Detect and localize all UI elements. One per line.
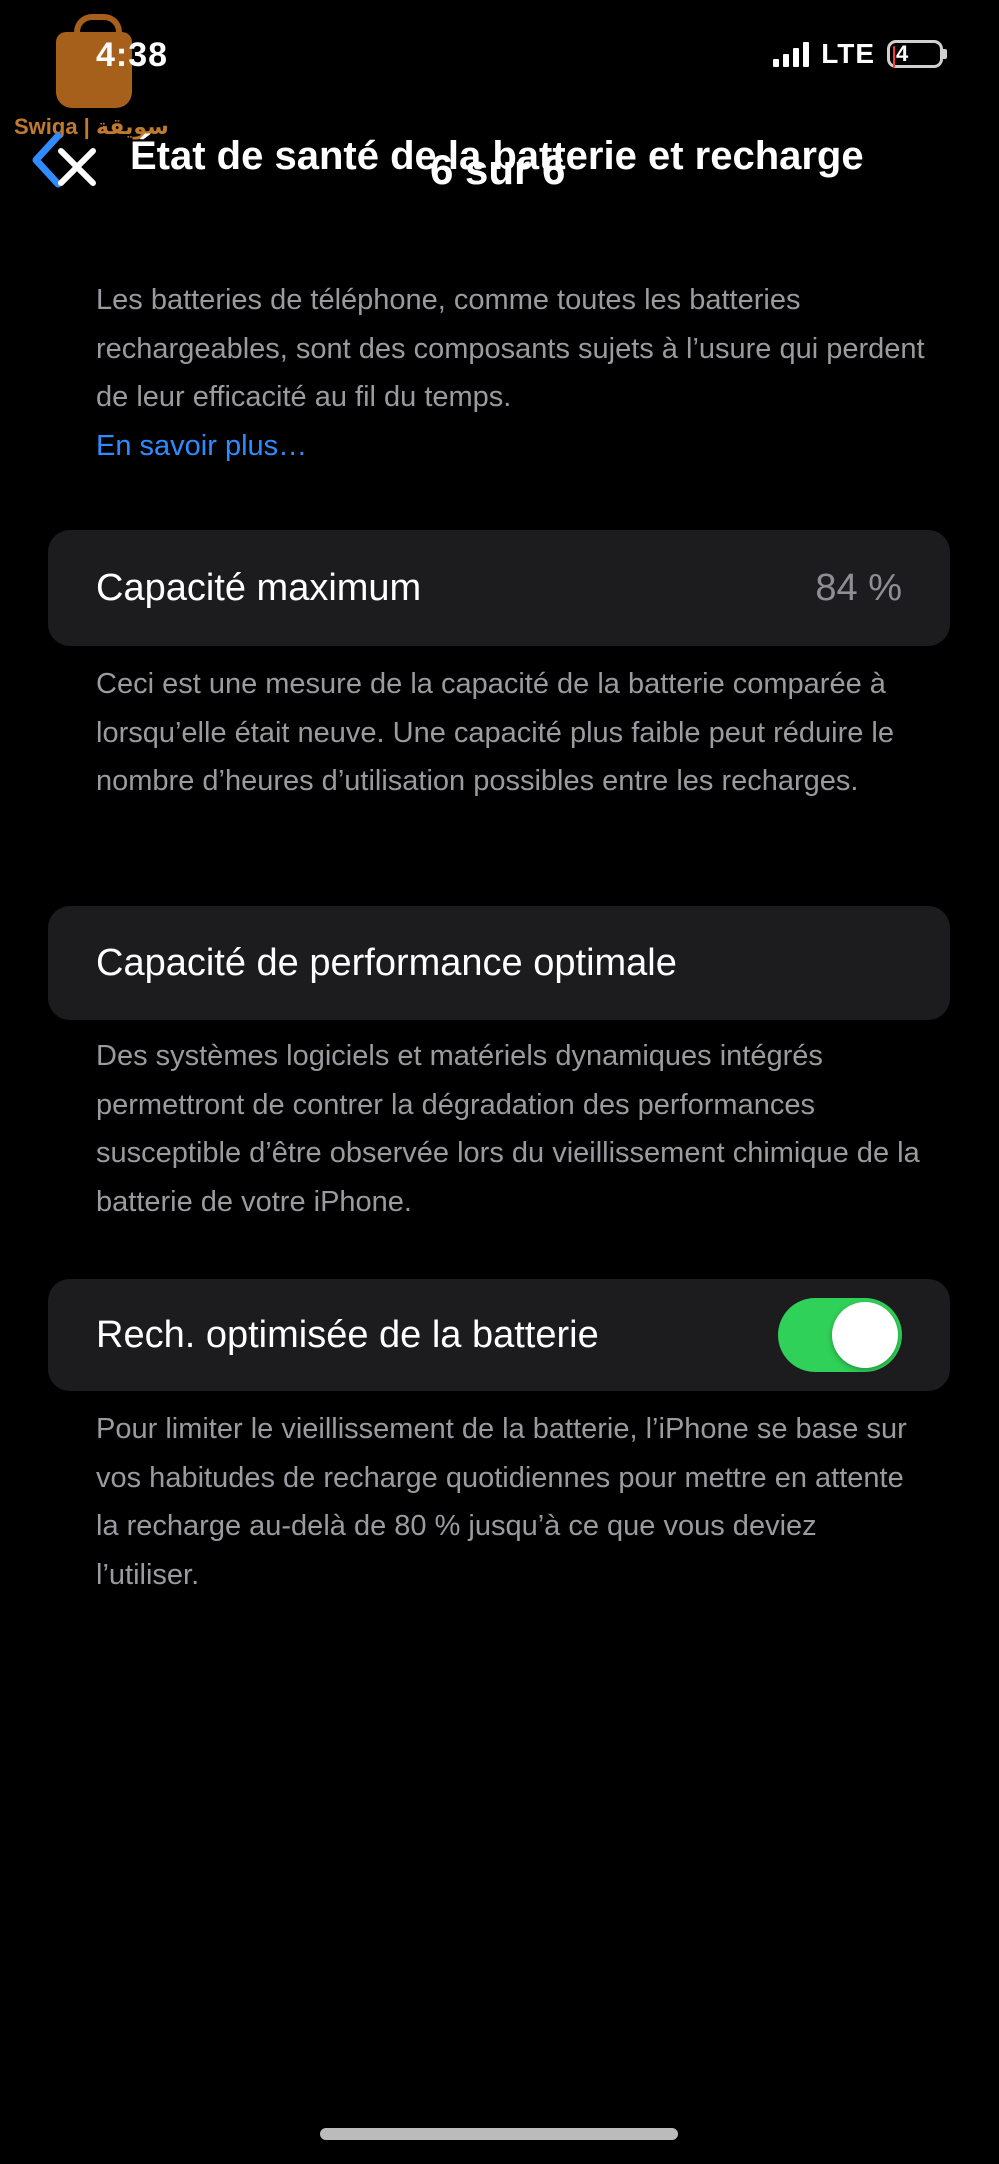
close-icon[interactable] [56,146,98,188]
performance-label: Capacité de performance optimale [96,941,677,984]
max-capacity-description: Ceci est une mesure de la capacité de la… [96,668,894,797]
status-indicators: LTE 4 [773,38,947,70]
max-capacity-value: 84 % [815,566,902,609]
status-time: 4:38 [96,36,169,74]
battery-icon: 4 [887,40,947,68]
cellular-signal-icon [773,41,810,67]
intro-description: Les batteries de téléphone, comme toutes… [96,276,926,470]
max-capacity-row: Capacité maximum 84 % [48,530,950,646]
max-capacity-label: Capacité maximum [96,566,422,609]
network-type: LTE [821,38,875,69]
performance-description: Des systèmes logiciels et matériels dyna… [96,1040,920,1218]
battery-level: 4 [896,41,909,66]
intro-text: Les batteries de téléphone, comme toutes… [96,284,925,413]
performance-row: Capacité de performance optimale [48,906,950,1020]
optimized-charging-row: Rech. optimisée de la batterie [48,1279,950,1391]
home-indicator[interactable] [320,2128,678,2140]
learn-more-link[interactable]: En savoir plus… [96,430,307,462]
battery-fill [893,46,895,68]
optimized-charging-label: Rech. optimisée de la batterie [96,1313,599,1356]
toggle-knob [832,1302,898,1368]
optimized-charging-toggle[interactable] [778,1298,902,1372]
optimized-charging-description: Pour limiter le vieillissement de la bat… [96,1413,907,1591]
page-indicator: 6 sur 6 [430,146,566,193]
